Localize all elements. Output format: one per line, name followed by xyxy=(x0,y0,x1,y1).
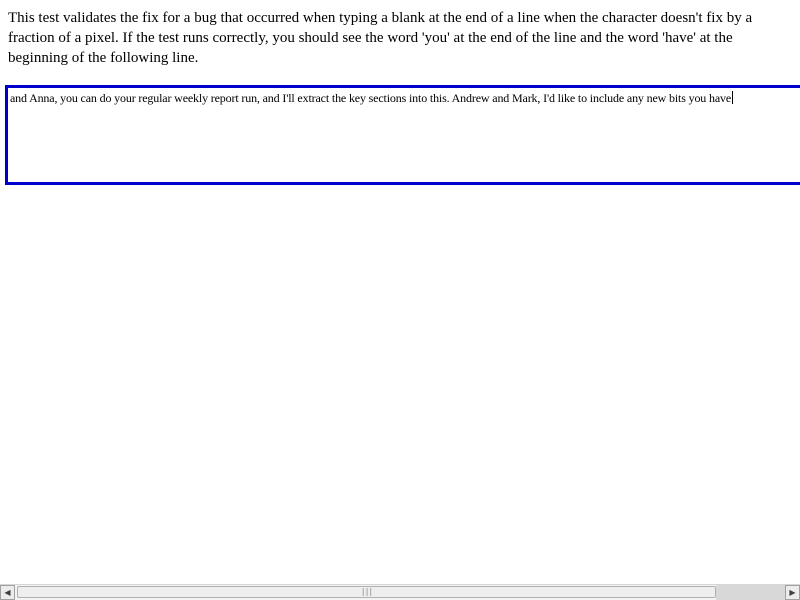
test-description: This test validates the fix for a bug th… xyxy=(8,10,753,66)
left-arrow-icon: ◀ xyxy=(4,587,11,597)
text-caret xyxy=(732,91,734,104)
scroll-right-button[interactable]: ▶ xyxy=(785,585,800,600)
horizontal-scrollbar[interactable]: ◀ ||| ▶ xyxy=(0,584,800,600)
scroll-left-button[interactable]: ◀ xyxy=(0,585,15,600)
editable-text-box[interactable]: and Anna, you can do your regular weekly… xyxy=(5,85,800,185)
editor-content[interactable]: and Anna, you can do your regular weekly… xyxy=(10,91,734,106)
scroll-thumb[interactable]: ||| xyxy=(17,586,716,598)
scroll-track-remainder[interactable] xyxy=(716,585,785,600)
scroll-track[interactable]: ||| xyxy=(15,585,785,600)
editor-text: and Anna, you can do your regular weekly… xyxy=(10,91,732,105)
grip-icon: ||| xyxy=(360,587,373,596)
right-arrow-icon: ▶ xyxy=(789,587,796,597)
